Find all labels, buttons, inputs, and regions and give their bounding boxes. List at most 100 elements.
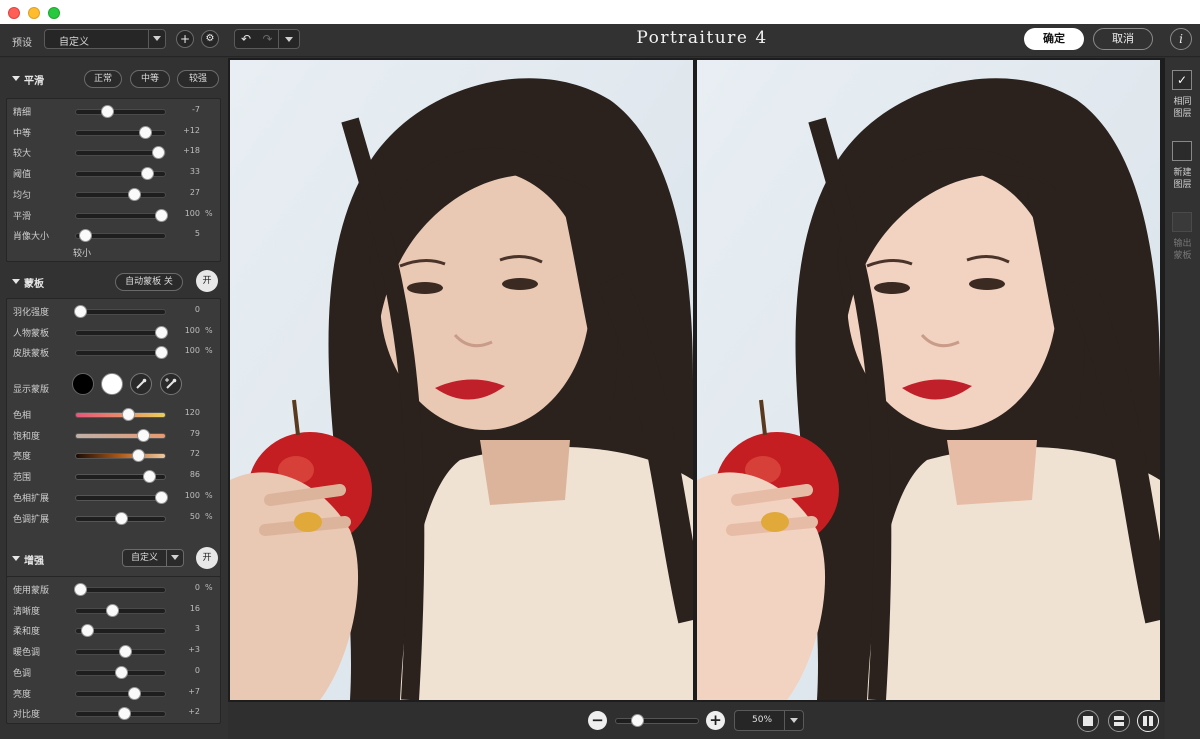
zoom-slider-knob[interactable] (630, 714, 644, 727)
slider-knob[interactable] (78, 229, 92, 243)
slider-knob[interactable] (139, 125, 153, 139)
slider-row: 羽化强度 0 (7, 300, 222, 321)
slider-knob[interactable] (105, 603, 119, 617)
slider-track[interactable] (75, 229, 166, 243)
slider-track[interactable] (75, 408, 166, 421)
eyedropper-plus-icon[interactable] (160, 373, 182, 395)
slider-track[interactable] (75, 325, 168, 339)
preview-canvas[interactable] (228, 58, 1165, 702)
preset-settings-button[interactable]: ⚙ (201, 30, 219, 48)
slider-knob[interactable] (114, 511, 128, 525)
slider-track[interactable] (75, 187, 166, 201)
slider-row: 亮度 +7 (7, 682, 222, 703)
slider-track[interactable] (75, 428, 166, 442)
zoom-window-button[interactable] (48, 7, 60, 19)
minimize-window-button[interactable] (28, 7, 40, 19)
single-view-button[interactable] (1077, 710, 1099, 732)
preset-select[interactable]: 自定义 (44, 29, 166, 49)
zoom-in-button[interactable]: + (706, 711, 725, 730)
slider-label: 人物蒙板 (13, 328, 50, 339)
slider-track[interactable] (75, 125, 166, 139)
slider-knob[interactable] (80, 624, 94, 638)
slider-knob[interactable] (74, 583, 88, 596)
slider-track[interactable] (75, 707, 166, 721)
slider-track[interactable] (74, 583, 166, 596)
same-layer-checkbox[interactable]: ✓ (1172, 70, 1192, 90)
slider-value: 33 (189, 167, 200, 177)
slider-value: -7 (192, 105, 200, 114)
mask-section-header[interactable]: 蒙板 (0, 271, 228, 293)
slider-track[interactable] (75, 490, 168, 504)
eyedropper-icon[interactable] (130, 373, 152, 395)
split-horizontal-view-button[interactable] (1108, 710, 1130, 732)
minus-icon: − (591, 711, 604, 729)
slider-knob[interactable] (114, 665, 128, 679)
slider-track[interactable] (75, 470, 166, 484)
chevron-down-icon[interactable] (148, 30, 165, 48)
slider-track[interactable] (75, 645, 166, 659)
slider-track[interactable] (75, 208, 168, 222)
slider-knob[interactable] (127, 686, 141, 700)
enhance-on-toggle[interactable]: 开 (196, 547, 218, 569)
chevron-down-icon[interactable] (166, 550, 183, 566)
output-mask-label: 输出 蒙板 (1173, 239, 1192, 261)
slider-label: 柔和度 (13, 627, 41, 638)
slider-knob[interactable] (136, 428, 150, 442)
slider-knob[interactable] (74, 305, 88, 318)
slider-knob[interactable] (118, 645, 132, 659)
close-window-button[interactable] (8, 7, 20, 19)
slider-knob[interactable] (118, 707, 132, 721)
smoothing-preset-strong[interactable]: 较强 (177, 70, 219, 88)
slider-row: 柔和度 3 (7, 619, 222, 640)
smoothing-preset-normal[interactable]: 正常 (84, 70, 122, 88)
slider-value: +3 (188, 645, 200, 655)
slider-track[interactable] (75, 346, 168, 360)
auto-mask-button[interactable]: 自动蒙板 关 (115, 273, 183, 291)
mask-white-swatch[interactable] (101, 373, 123, 395)
slider-knob[interactable] (154, 325, 168, 339)
slider-track[interactable] (75, 511, 166, 525)
slider-row: 平滑 100% (7, 204, 222, 225)
split-vertical-view-button[interactable] (1137, 710, 1159, 732)
slider-knob[interactable] (121, 408, 135, 421)
zoom-slider[interactable] (615, 714, 699, 727)
slider-knob[interactable] (151, 146, 165, 160)
slider-knob[interactable] (154, 208, 168, 222)
zoom-select[interactable]: 50% (734, 710, 804, 731)
slider-track[interactable] (75, 167, 166, 181)
slider-track[interactable] (75, 603, 166, 617)
slider-track[interactable] (75, 146, 166, 160)
slider-track[interactable] (75, 449, 166, 463)
new-layer-checkbox[interactable] (1172, 141, 1192, 161)
undo-icon[interactable]: ↶ (235, 30, 257, 48)
bottom-bar: − + 50% (228, 702, 1200, 739)
cancel-button[interactable]: 取消 (1093, 28, 1153, 50)
slider-track[interactable] (75, 624, 166, 638)
slider-track[interactable] (75, 105, 166, 118)
history-menu-button[interactable] (279, 30, 299, 48)
add-preset-button[interactable]: + (176, 30, 194, 48)
slider-knob[interactable] (127, 187, 141, 201)
redo-icon[interactable]: ↷ (257, 30, 279, 48)
slider-knob[interactable] (141, 167, 155, 181)
slider-track[interactable] (74, 305, 166, 318)
slider-knob[interactable] (142, 470, 156, 484)
slider-value: +12 (183, 125, 200, 135)
output-mask-checkbox[interactable] (1172, 212, 1192, 232)
slider-track[interactable] (75, 665, 166, 679)
enhance-section-header[interactable]: 增强 (0, 548, 228, 570)
slider-knob[interactable] (154, 490, 168, 504)
mask-black-swatch[interactable] (72, 373, 94, 395)
smoothing-preset-medium[interactable]: 中等 (130, 70, 170, 88)
chevron-down-icon[interactable] (784, 711, 803, 730)
info-button[interactable]: i (1170, 28, 1192, 50)
slider-knob[interactable] (132, 449, 146, 463)
slider-knob[interactable] (154, 346, 168, 360)
ok-button[interactable]: 确定 (1024, 28, 1084, 50)
zoom-out-button[interactable]: − (588, 711, 607, 730)
enhance-preset-select[interactable]: 自定义 (122, 549, 184, 567)
slider-knob[interactable] (101, 105, 115, 118)
slider-value: +7 (188, 686, 200, 696)
mask-on-toggle[interactable]: 开 (196, 270, 218, 292)
slider-track[interactable] (75, 686, 166, 700)
